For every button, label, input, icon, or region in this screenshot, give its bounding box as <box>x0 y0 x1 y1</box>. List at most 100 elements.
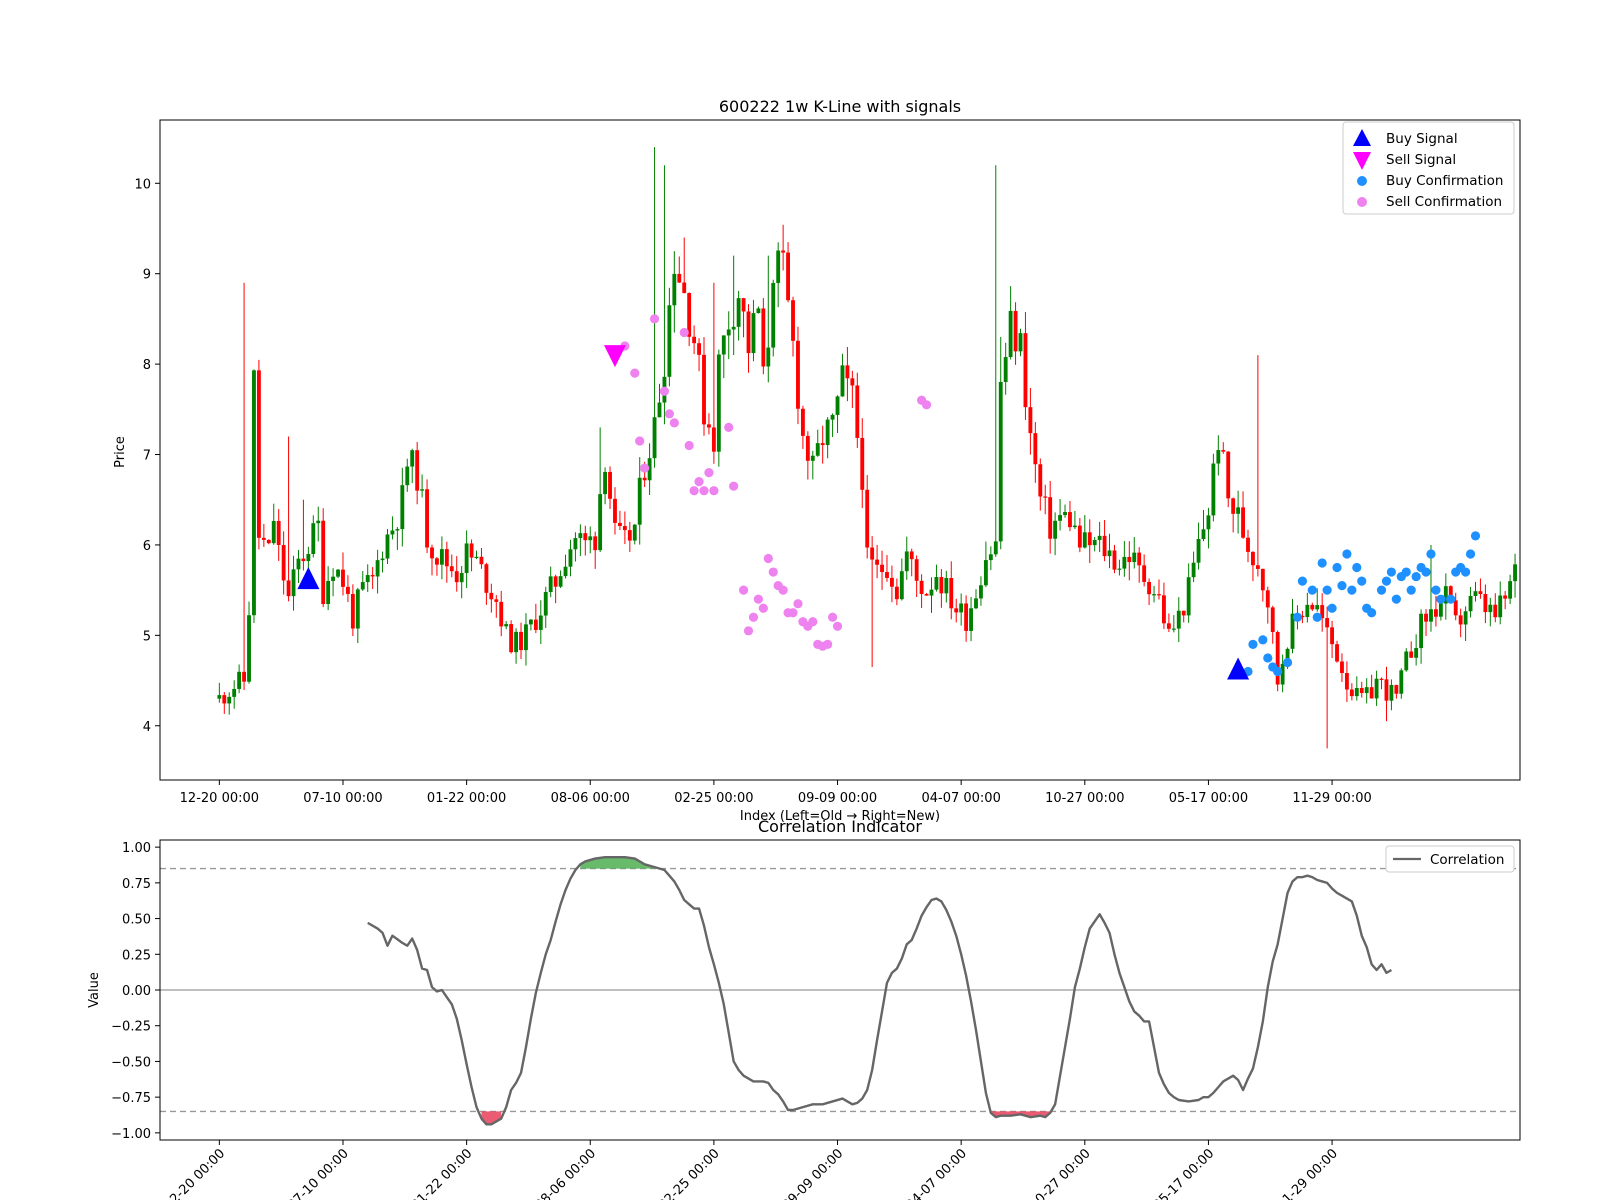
candle-body <box>632 524 637 541</box>
candle-body <box>1374 678 1379 699</box>
candle-body <box>1305 604 1310 618</box>
buy-confirmation-point <box>1258 635 1268 645</box>
candle-body <box>1468 595 1473 612</box>
candle-body <box>761 308 766 367</box>
legend-buy-confirmation-marker <box>1357 176 1367 186</box>
candle-body <box>553 576 558 587</box>
candle-body <box>1478 591 1483 595</box>
candle-body <box>756 308 761 314</box>
buy-confirmation-point <box>1342 549 1352 559</box>
candle-body <box>1206 515 1211 530</box>
candle-body <box>1191 562 1196 578</box>
candle-body <box>1097 535 1102 541</box>
corr-ytick-label: 0.00 <box>122 984 151 999</box>
sell-confirmation-point <box>724 422 734 432</box>
candle-body <box>499 601 504 627</box>
buy-confirmation-point <box>1406 585 1416 595</box>
candle-body <box>1077 525 1082 548</box>
corr-ytick-label: 0.75 <box>122 877 151 892</box>
kline-ytick-label: 9 <box>143 268 151 283</box>
kline-xtick-label: 08-06 00:00 <box>551 791 630 806</box>
candle-body <box>598 494 603 551</box>
candle-body <box>1181 610 1186 616</box>
kline-xtick-label: 07-10 00:00 <box>303 791 382 806</box>
candle-body <box>1275 631 1280 685</box>
candle-body <box>1087 532 1092 546</box>
candle-body <box>969 608 973 631</box>
candle-body <box>1023 333 1028 408</box>
sell-confirmation-point <box>669 418 679 428</box>
buy-confirmation-point <box>1391 594 1401 604</box>
sell-confirmation-point <box>758 603 768 613</box>
candle-body <box>998 381 1003 542</box>
candle-body <box>1349 689 1354 697</box>
candle-body <box>237 671 242 689</box>
candle-body <box>385 534 390 559</box>
kline-ylabel: Price <box>113 436 128 468</box>
candle-body <box>509 624 514 653</box>
buy-confirmation-point <box>1332 562 1342 573</box>
candle-body <box>365 575 370 583</box>
candle-body <box>266 539 271 544</box>
candle-body <box>271 520 276 544</box>
legend-sell-confirmation: Sell Confirmation <box>1386 194 1502 210</box>
sell-confirmation-point <box>793 599 803 609</box>
candle-body <box>232 688 237 697</box>
candle-body <box>1246 537 1250 552</box>
candle-body <box>355 589 360 629</box>
candle-body <box>692 336 697 344</box>
corr-ytick-label: 0.25 <box>122 948 151 963</box>
candle-body <box>296 558 301 570</box>
candle-body <box>247 615 251 682</box>
sell-confirmation-point <box>768 567 778 577</box>
candle-body <box>899 571 904 600</box>
kline-ytick-label: 4 <box>143 720 151 735</box>
candle-body <box>1498 595 1503 618</box>
corr-ylabel: Value <box>87 972 102 1008</box>
candle-body <box>1473 591 1478 596</box>
candle-body <box>459 573 464 583</box>
kline-candles <box>217 147 1517 749</box>
candle-body <box>261 537 266 540</box>
candle-body <box>751 313 756 354</box>
candle-body <box>904 551 909 572</box>
sell-confirmation-point <box>689 486 699 496</box>
buy-confirmation-point <box>1292 612 1303 622</box>
candle-body <box>1453 600 1458 616</box>
candle-body <box>291 569 296 597</box>
candle-body <box>336 569 340 577</box>
candle-body <box>1157 594 1161 596</box>
candle-body <box>514 631 519 653</box>
kline-ytick-label: 10 <box>134 177 151 192</box>
candle-body <box>469 543 474 558</box>
corr-xtick-label: 04-07 00:00 <box>903 1146 970 1200</box>
candle-body <box>1117 568 1122 570</box>
kline-xtick-label: 02-25 00:00 <box>674 791 753 806</box>
candle-body <box>380 558 385 561</box>
candle-body <box>1503 595 1508 599</box>
candle-body <box>870 547 875 560</box>
candle-body <box>1265 590 1270 608</box>
candle-body <box>894 586 899 600</box>
candle-body <box>1409 651 1414 658</box>
buy-confirmation-point <box>1297 576 1307 586</box>
candle-body <box>1335 644 1339 662</box>
candle-body <box>425 489 429 548</box>
candle-body <box>524 624 528 651</box>
sell-confirmation-point <box>709 486 719 496</box>
candle-body <box>652 417 657 459</box>
candle-body <box>1053 520 1058 539</box>
candle-body <box>1488 604 1493 613</box>
sell-confirmation-point <box>743 626 754 636</box>
candle-body <box>1063 512 1067 516</box>
candle-body <box>805 435 810 461</box>
candle-body <box>1013 310 1018 352</box>
candle-body <box>350 593 355 629</box>
candle-body <box>721 335 726 355</box>
candle-body <box>1216 450 1221 464</box>
kline-ytick-label: 8 <box>143 358 151 373</box>
candle-body <box>1493 604 1498 618</box>
candle-body <box>548 576 553 593</box>
candle-body <box>860 437 865 490</box>
candle-body <box>786 252 791 301</box>
